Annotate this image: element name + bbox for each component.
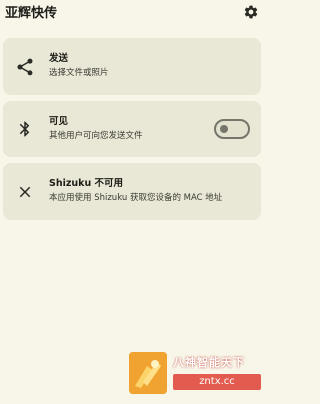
send-subtitle: 选择文件或照片 — [49, 68, 109, 78]
visible-card[interactable]: 可见 其他用户可向您发送文件 — [3, 101, 261, 157]
app-bar: 亚辉快传 — [0, 0, 271, 30]
send-card[interactable]: 发送 选择文件或照片 — [3, 38, 261, 95]
shizuku-card[interactable]: Shizuku 不可用 本应用使用 Shizuku 获取您设备的 MAC 地址 — [3, 163, 261, 220]
watermark: 八神智能天下 zntx.cc — [129, 352, 261, 394]
watermark-title: 八神智能天下 — [173, 356, 245, 369]
app-title: 亚辉快传 — [5, 6, 58, 21]
watermark-logo — [129, 352, 167, 394]
share-icon — [15, 57, 35, 77]
toggle-thumb — [220, 125, 228, 133]
close-icon — [15, 182, 35, 202]
bluetooth-icon — [15, 119, 35, 139]
gear-icon — [243, 4, 259, 24]
shizuku-title: Shizuku 不可用 — [49, 178, 124, 189]
watermark-site: zntx.cc — [173, 374, 261, 390]
send-title: 发送 — [49, 53, 69, 64]
shizuku-subtitle: 本应用使用 Shizuku 获取您设备的 MAC 地址 — [49, 193, 223, 203]
visibility-toggle[interactable] — [214, 119, 250, 139]
shizuku-card-text: Shizuku 不可用 本应用使用 Shizuku 获取您设备的 MAC 地址 — [49, 177, 251, 205]
settings-button[interactable] — [242, 5, 260, 23]
send-card-text: 发送 选择文件或照片 — [49, 52, 251, 80]
